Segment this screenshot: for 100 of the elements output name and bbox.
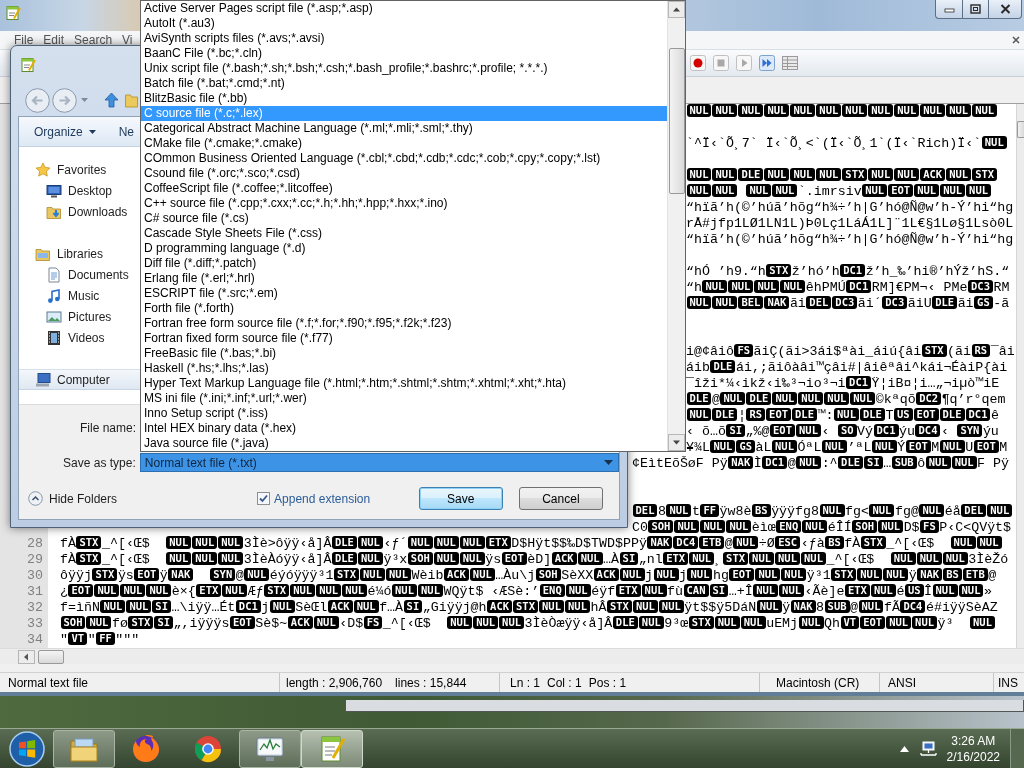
line-number: 34: [27, 632, 43, 647]
code-line: ¥¾L NUL GS àL NUL ÓªL NUL ’ªL NUL Ý EOT M NUL U EOT M: [686, 440, 1008, 455]
code-line: “hïã’h(©’húã’hõg“h¾÷’h|G’hó@Ñ@w’h-Ý’hi“hg: [686, 232, 1014, 247]
code-line: ‹ õ…õ SI „%@ EOT NUL ‹ SO Vý DC1 ýu DC4 ‹ SYN ýu: [686, 424, 999, 439]
film-icon: [46, 329, 62, 346]
dialog-button[interactable]: Save: [418, 487, 503, 510]
list-option[interactable]: Csound file (*.orc;*.sco;*.csd): [141, 166, 667, 181]
music-note-icon: [46, 287, 62, 304]
list-option[interactable]: ESCRIPT file (*.src;*.em): [141, 286, 667, 301]
checkbox-label[interactable]: Append extension: [274, 491, 371, 506]
taskbar-button[interactable]: [301, 729, 363, 768]
list-option[interactable]: Hyper Text Markup Language file (*.html;*.htm;*.shtml;*.shtm;*.xhtml;*.xht;*.hta): [141, 376, 667, 391]
list-option[interactable]: Inno Setup script (*.iss): [141, 406, 667, 421]
nav-item[interactable]: Pictures: [19, 306, 140, 327]
maximize-button[interactable]: [962, 0, 989, 19]
checkbox[interactable]: [257, 492, 271, 505]
code-line: NUL NUL BEL NAK ãi DEL DC3 ãi´ DC3 ãiU DLE ãi GS -ã: [686, 296, 1010, 311]
scroll-thumb[interactable]: [38, 649, 64, 664]
clock-date[interactable]: 2/16/2022: [946, 748, 1000, 765]
scroll-thumb[interactable]: [669, 48, 685, 194]
field-label: File name:: [78, 421, 137, 435]
minimize-button[interactable]: [935, 0, 962, 19]
nav-item[interactable]: Downloads: [19, 201, 140, 222]
scrollbar[interactable]: [667, 1, 685, 451]
nav-item[interactable]: Libraries: [19, 243, 140, 264]
list-option[interactable]: Fortran free form source file (*.f;*.for;*.f90;*.f95;*.f2k;*.f23): [141, 316, 667, 331]
list-option[interactable]: Cascade Style Sheets File (*.css): [141, 226, 667, 241]
code-line: `^Ï‹`Õ¸7` Ï‹`Õ¸<`(Ï‹`Õ¸1`(Ï‹`Rich)Ï‹` NUL: [686, 136, 1008, 151]
taskbar-button[interactable]: [239, 729, 301, 768]
list-option[interactable]: COmmon Business Oriented Language (*.cbl;*.cbd;*.cdb;*.cdc;*.cob;*.cpy;*.copy;*.lst): [141, 151, 667, 166]
nav-item[interactable]: Desktop: [19, 180, 140, 201]
list-option[interactable]: CoffeeScript file (*.coffee;*.litcoffee): [141, 181, 667, 196]
menu-item[interactable]: Search: [69, 31, 118, 49]
list-option[interactable]: Intel HEX binary data (*.hex): [141, 421, 667, 436]
menu-item[interactable]: Vi: [117, 31, 138, 49]
list-option[interactable]: Forth file (*.forth): [141, 301, 667, 316]
list-option[interactable]: Diff file (*.diff;*.patch): [141, 256, 667, 271]
computer-icon: [35, 371, 51, 388]
code-line: " VT " FF """: [60, 632, 140, 647]
close-icon[interactable]: [1012, 36, 1020, 44]
list-option[interactable]: Haskell (*.hs;*.lhs;*.las): [141, 361, 667, 376]
nav-item[interactable]: Music: [19, 285, 140, 306]
code-line: fÀ STX _^[‹Œ$ NUL NUL NUL 3ÌèÀóÿÿ‹å]Â DLE NUL ÿ³x SOH NUL NUL ÿs EOT èD] ACK NUL …À SI „nl ETX NUL ¸ STX NUL NUL NUL _^[‹Œ$ NUL NUL NUL 3ÌèŽó: [60, 552, 1009, 567]
organize-button[interactable]: Organize: [28, 119, 102, 144]
flame-globe-icon[interactable]: [130, 732, 162, 765]
close-button[interactable]: [989, 0, 1022, 19]
taskbar-button[interactable]: [53, 729, 115, 768]
up-arrow-icon[interactable]: [104, 92, 119, 108]
code-line: ôÿÿj STX ÿs EOT ÿ NAK SYN @ NUL éýóÿÿÿ³1 STX NUL NUL Wèib ACK NUL …Àu\j SOH SèXX ACK NUL j NUL j NUL hg EOT NUL NUL ÿ³1 STX NUL NUL ÿ NAK BS ETB @: [60, 568, 997, 583]
nav-item[interactable]: Computer: [19, 369, 140, 390]
list-option[interactable]: FreeBasic file (*.bas;*.bi): [141, 346, 667, 361]
list-option[interactable]: Erlang file (*.erl;*.hrl): [141, 271, 667, 286]
maximize-icon: [970, 4, 981, 14]
list-option[interactable]: BlitzBasic file (*.bb): [141, 91, 667, 106]
star-icon: [35, 161, 51, 178]
scrollbar[interactable]: [0, 648, 1024, 664]
show-desktop-button[interactable]: [1010, 728, 1024, 768]
file-type-dropdown[interactable]: Normal text file (*.txt): [139, 453, 619, 472]
list-option[interactable]: CMake file (*.cmake;*.cmake): [141, 136, 667, 151]
nav-item[interactable]: Videos: [19, 327, 140, 348]
list-option[interactable]: D programming language (*.d): [141, 241, 667, 256]
code-line: “hÓ ’h9.“h STX ž’hó’h DC1 ž’h_‰’hi®’hÝž’hS.“: [686, 264, 1010, 279]
list-option[interactable]: AutoIt (*.au3): [141, 16, 667, 31]
fast-forward-icon[interactable]: [759, 55, 775, 71]
list-option[interactable]: Batch file (*.bat;*.cmd;*.nt): [141, 76, 667, 91]
monitor-icon: [46, 182, 62, 199]
list-option[interactable]: Active Server Pages script file (*.asp;*.asp): [141, 1, 667, 16]
toolbar-button[interactable]: Ne: [118, 119, 135, 144]
record-icon[interactable]: [690, 55, 706, 71]
list-option[interactable]: Unix script file (*.bash;*.sh;*.bsh;*.csh;*.bash_profile;*.bashrc;*.profile; *.*.*.): [141, 61, 667, 76]
code-line: ¯îži*¼‹ikž‹i‰³¬io³¬i DC1 Ÿ¦iB¤¦i…„¬iµò™iE: [686, 376, 1000, 391]
line-number: 29: [27, 552, 43, 567]
clock-time[interactable]: 3:26 AM: [951, 732, 996, 749]
menu-item[interactable]: Edit: [38, 31, 70, 49]
dialog-button[interactable]: Cancel: [518, 487, 603, 510]
menu-item[interactable]: File: [9, 31, 39, 49]
list-option[interactable]: AviSynth scripts files (*.avs;*.avsi): [141, 31, 667, 46]
code-line: fÀ STX _^[‹Œ$ NUL NUL NUL 3Ìè>ôÿÿ‹å]Â DLE NUL ‹ƒ´ NUL NUL NUL ETX D$Hÿt$$‰D$TWD$PPÿ NAK DC4 ETB @ NUL ÷Ø ESC ‹ƒà BS fÀ STX _^[‹Œ$ NUL NUL: [60, 536, 1002, 551]
list-option[interactable]: C# source file (*.cs): [141, 211, 667, 226]
hide-folders-button[interactable]: Hide Folders: [26, 491, 126, 506]
scrollbar[interactable]: [1016, 104, 1024, 648]
caret-up-icon[interactable]: [899, 745, 909, 752]
list-option[interactable]: BaanC File (*.bc;*.cln): [141, 46, 667, 61]
network-icon[interactable]: [918, 740, 937, 757]
status-text: Macintosh (CR): [776, 675, 860, 690]
list-option[interactable]: MS ini file (*.ini;*.inf;*.url;*.wer): [141, 391, 667, 406]
status-text: Ln : 1: [510, 675, 541, 690]
status-text: lines : 15,844: [395, 675, 467, 690]
start-icon[interactable]: [8, 729, 46, 768]
code-line: rÅ#jfp1LØ1LN1L)Þ0Lç1LáÁ1L]¨1L€§1Lø§1Lsò0L: [686, 216, 1014, 231]
scroll-thumb[interactable]: [1017, 121, 1024, 138]
list-option[interactable]: Java source file (*.java): [141, 436, 667, 451]
nav-item[interactable]: Documents: [19, 264, 140, 285]
list-option[interactable]: Categorical Abstract Machine Language (*.ml;*.mli;*.sml;*.thy): [141, 121, 667, 136]
notepad-icon: [5, 5, 21, 21]
nav-item[interactable]: Favorites: [19, 159, 140, 180]
code-line: “h NUL NUL NUL NUL êhPMÚ DC1 RM]€PM¬‹ PMe DC3 RM: [686, 280, 1010, 295]
status-text: Pos : 1: [588, 675, 627, 690]
list-option[interactable]: Fortran fixed form source file (*.f77): [141, 331, 667, 346]
list-option[interactable]: C++ source file (*.cpp;*.cxx;*.cc;*.h;*.hh;*.hpp;*.hxx;*.ino): [141, 196, 667, 211]
